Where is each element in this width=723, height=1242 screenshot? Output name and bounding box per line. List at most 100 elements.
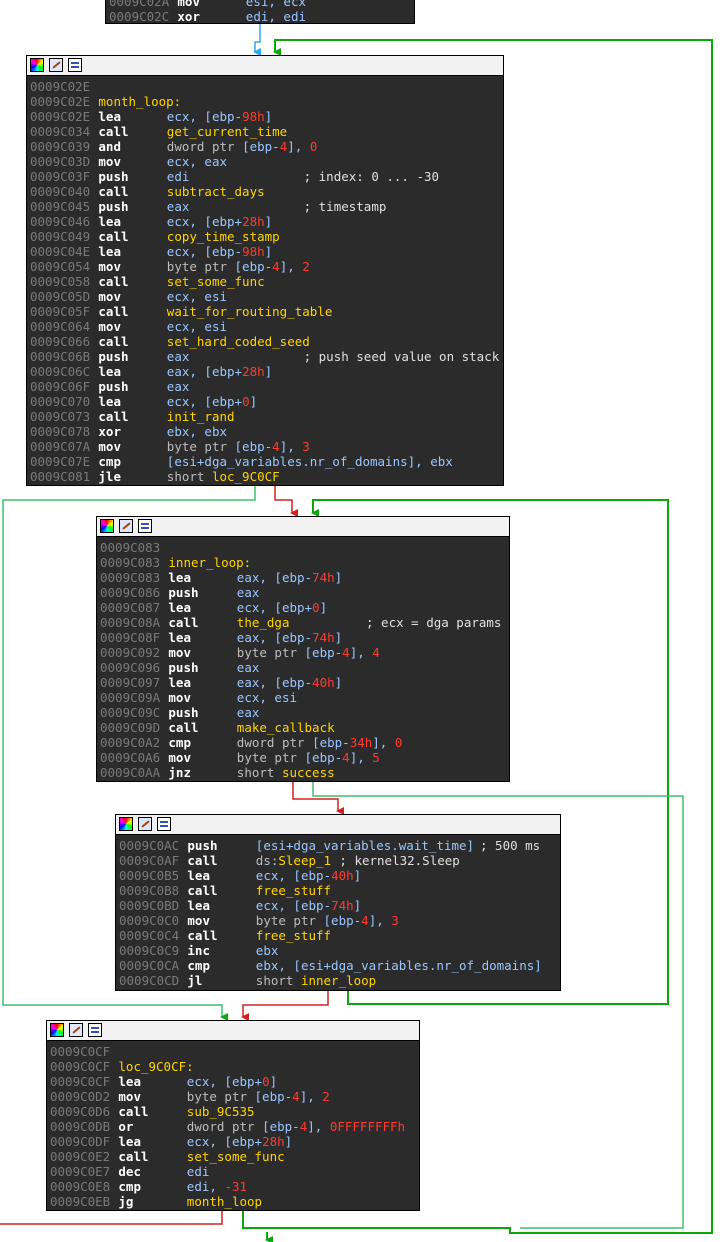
- operands: make_callback: [237, 720, 335, 735]
- operand-part: set_some_func: [186, 1149, 285, 1164]
- operands: ecx, eax: [167, 154, 227, 169]
- operand-part: edi,: [186, 1179, 225, 1194]
- address: 0009C0D6: [50, 1104, 111, 1119]
- mnemonic: lea: [168, 600, 191, 615]
- operand-part: ],: [349, 645, 373, 660]
- asm-line: 0009C0AF call ds:Sleep_1 ; kernel32.Sleep: [119, 853, 558, 868]
- operand-part: ]: [284, 1134, 293, 1149]
- block-toolbar: [47, 1021, 419, 1041]
- operands: the_dga: [237, 615, 290, 630]
- operand-part: byte ptr: [166, 439, 235, 454]
- edit-icon[interactable]: [119, 519, 133, 533]
- asm-line: 0009C0B5 lea ecx, [ebp-40h]: [119, 868, 558, 883]
- code-block-sleep: 0009C0AC push [esi+dga_variables.wait_time…: [115, 814, 561, 991]
- address: 0009C09D: [100, 720, 161, 735]
- operand-part: 0: [242, 394, 250, 409]
- asm-line: 0009C0A2 cmp dword ptr [ebp-34h], 0: [100, 735, 507, 750]
- operand-part: ]: [334, 570, 343, 585]
- operands: [esi+dga_variables.nr_of_domains], ebx: [167, 454, 453, 469]
- edit-icon[interactable]: [138, 817, 152, 831]
- operand-part: [ebp-: [304, 750, 343, 765]
- code-label: inner_loop:: [168, 555, 252, 570]
- edge-jg-fall: [0, 1210, 223, 1225]
- operands: byte ptr [ebp-4], 2: [167, 259, 310, 274]
- mnemonic: cmp: [118, 1179, 141, 1194]
- edit-icon[interactable]: [49, 58, 63, 72]
- operand-part: eax, [ebp+: [166, 364, 243, 379]
- colors-icon[interactable]: [119, 817, 133, 831]
- operand-part: Sleep_1: [278, 853, 332, 868]
- code-block-prev: 0009C02A mov esi, ecx 0009C02C xor edi, edi: [105, 0, 415, 24]
- mnemonic: lea: [168, 630, 191, 645]
- asm-line: 0009C06F push eax: [30, 379, 501, 394]
- address: 0009C04E: [30, 244, 91, 259]
- address: 0009C0DB: [50, 1119, 111, 1134]
- operands: set_some_func: [167, 274, 265, 289]
- address: 0009C039: [30, 139, 91, 154]
- mnemonic: push: [168, 585, 199, 600]
- comment: ; 500 ms: [480, 838, 541, 853]
- address: 0009C096: [100, 660, 161, 675]
- graph-icon[interactable]: [88, 1023, 102, 1037]
- operand-part: the_dga: [236, 615, 290, 630]
- operand-part: 28h: [262, 1134, 285, 1149]
- operands: ecx, [ebp+28h]: [187, 1134, 292, 1149]
- asm-line: 0009C09C push eax: [100, 705, 507, 720]
- graph-icon[interactable]: [138, 519, 152, 533]
- colors-icon[interactable]: [30, 58, 44, 72]
- operand-part: ]: [249, 394, 258, 409]
- operands: short inner_loop: [256, 973, 376, 988]
- operand-part: ecx, [ebp+: [186, 1134, 263, 1149]
- address: 0009C087: [100, 600, 161, 615]
- operand-part: ]: [334, 675, 343, 690]
- graph-icon[interactable]: [68, 58, 82, 72]
- operand-part: ]: [264, 109, 273, 124]
- colors-icon[interactable]: [100, 519, 114, 533]
- operand-part: ecx, [ebp+: [166, 214, 243, 229]
- operands: eax, [ebp-74h]: [237, 630, 342, 645]
- mnemonic: call: [98, 229, 129, 244]
- operands: esi, ecx: [246, 0, 306, 9]
- operand-part: dword ptr: [166, 139, 243, 154]
- operands: eax: [237, 705, 260, 720]
- mnemonic: mov: [177, 0, 200, 9]
- edit-icon[interactable]: [69, 1023, 83, 1037]
- operands: free_stuff: [256, 883, 331, 898]
- operand-part: 2: [322, 1089, 330, 1104]
- operand-part: ecx, esi: [166, 289, 228, 304]
- operands: byte ptr [ebp-4], 2: [187, 1089, 330, 1104]
- operands: month_loop: [187, 1194, 262, 1209]
- address: 0009C06C: [30, 364, 91, 379]
- operands: edi, -31: [187, 1179, 247, 1194]
- address: 0009C0CD: [119, 973, 180, 988]
- code-block-loc-9c0cf: 0009C0CF 0009C0CF loc_9C0CF: 0009C0CF lea ecx…: [46, 1020, 420, 1211]
- operand-part: esi, ecx: [245, 0, 307, 9]
- mnemonic: cmp: [98, 454, 121, 469]
- address: 0009C0B8: [119, 883, 180, 898]
- address: 0009C0E2: [50, 1149, 111, 1164]
- operand-part: eax, [ebp-: [236, 570, 313, 585]
- operand-part: 4: [361, 913, 369, 928]
- address: 0009C02E: [30, 79, 91, 94]
- asm-line: 0009C086 push eax: [100, 585, 507, 600]
- mnemonic: jg: [118, 1194, 134, 1209]
- mnemonic: xor: [98, 424, 121, 439]
- operand-part: 4: [342, 645, 350, 660]
- address: 0009C0C4: [119, 928, 180, 943]
- mnemonic: mov: [168, 750, 191, 765]
- asm-line: 0009C02E month_loop:: [30, 94, 501, 109]
- asm-line: 0009C07E cmp [esi+dga_variables.nr_of_doma…: [30, 454, 501, 469]
- address: 0009C086: [100, 585, 161, 600]
- mnemonic: call: [98, 274, 129, 289]
- operand-part: wait_for_routing_table: [166, 304, 333, 319]
- operand-part: eax, [ebp-: [236, 630, 313, 645]
- colors-icon[interactable]: [50, 1023, 64, 1037]
- asm-line: 0009C081 jle short loc_9C0CF: [30, 469, 501, 484]
- graph-icon[interactable]: [157, 817, 171, 831]
- operand-part: copy_time_stamp: [166, 229, 280, 244]
- asm-line: 0009C0CA cmp ebx, [esi+dga_variables.nr_of…: [119, 958, 558, 973]
- address: 0009C054: [30, 259, 91, 274]
- address: 0009C0EB: [50, 1194, 111, 1209]
- operands: wait_for_routing_table: [167, 304, 333, 319]
- operand-part: [ebp-: [242, 139, 280, 154]
